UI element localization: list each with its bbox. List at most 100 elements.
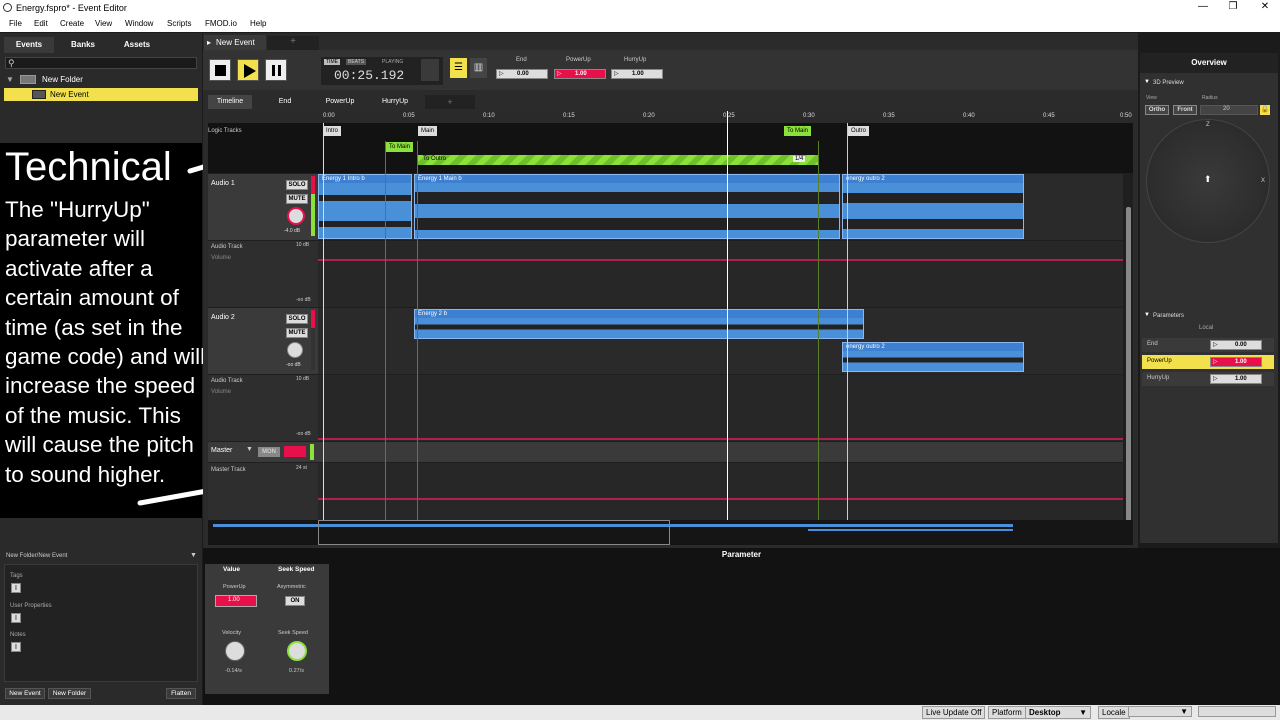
tab-assets[interactable]: Assets — [112, 37, 162, 53]
track-header-master[interactable]: Master ▼ MON — [208, 442, 318, 462]
timeline-overview-strip[interactable] — [208, 520, 1133, 545]
timeline-ruler[interactable]: 0:00 0:05 0:10 0:15 0:20 0:25 0:30 0:35 … — [208, 111, 1133, 123]
automation-header-audio1[interactable]: Audio Track Volume 10 dB -oo dB — [208, 241, 318, 307]
menu-create[interactable]: Create — [60, 19, 84, 28]
tab-hurryup[interactable]: HurryUp — [373, 95, 417, 109]
loop-toggle[interactable] — [421, 59, 439, 81]
play-button[interactable] — [237, 59, 259, 81]
list-view-icon[interactable]: ☰ — [450, 58, 467, 78]
velocity-knob[interactable] — [225, 641, 245, 661]
vertical-scrollbar[interactable] — [1126, 207, 1131, 527]
grid-view-icon[interactable]: ▥ — [470, 58, 487, 78]
stop-button[interactable] — [209, 59, 231, 81]
add-tag-icon[interactable]: I — [11, 583, 21, 593]
tree-event-row[interactable]: New Event — [4, 88, 198, 101]
radius-field[interactable]: 20 — [1200, 105, 1258, 115]
volume-knob[interactable] — [287, 342, 303, 358]
param-slider[interactable]: ▷ 1.00 — [1210, 374, 1262, 384]
mute-button[interactable]: MUTE — [286, 328, 308, 338]
track-header-audio2[interactable]: Audio 2 SOLO MUTE -oo dB — [208, 308, 318, 374]
minimize-button[interactable]: — — [1188, 1, 1218, 15]
param-slider[interactable]: ▷ 1.00 — [1210, 357, 1262, 367]
param-end-slider[interactable]: ▷ 0.00 — [496, 69, 548, 79]
tab-event[interactable]: ▸ New Event — [204, 35, 266, 50]
solo-button[interactable]: SOLO — [286, 180, 308, 190]
volume-knob[interactable] — [287, 207, 305, 225]
chevron-down-icon[interactable]: ▼ — [1144, 312, 1150, 318]
marker-intro[interactable]: Intro — [323, 126, 342, 136]
platform-select[interactable]: Desktop ▼ — [1025, 706, 1091, 719]
add-sheet-button[interactable]: + — [425, 95, 475, 109]
chevron-down-icon[interactable]: ▼ — [6, 73, 14, 86]
instrument-intro[interactable]: Energy 1 Intro b — [318, 174, 412, 239]
beats-mode-button[interactable]: BEATS — [346, 59, 367, 65]
add-event-tab-button[interactable]: + — [267, 36, 319, 50]
3d-preview-pad[interactable]: Z X ⬆ — [1146, 119, 1270, 243]
tab-banks[interactable]: Banks — [58, 37, 108, 53]
ortho-button[interactable]: Ortho — [1145, 105, 1169, 115]
chevron-down-icon[interactable]: ▼ — [246, 446, 253, 453]
automation-curve[interactable] — [318, 438, 1123, 440]
param-value-field[interactable]: 1.00 — [215, 595, 257, 607]
instrument-outro1[interactable]: energy outro 2 — [842, 174, 1024, 239]
menu-file[interactable]: File — [9, 19, 22, 28]
monitor-button[interactable]: MON — [258, 447, 280, 457]
time-mode-button[interactable]: TIME — [324, 59, 340, 65]
new-folder-button[interactable]: New Folder — [48, 688, 91, 699]
param-row-powerup[interactable]: PowerUp ▷ 1.00 — [1142, 355, 1274, 369]
track-header-audio1[interactable]: Audio 1 SOLO MUTE -4.0 dB — [208, 174, 318, 240]
instrument-main2[interactable]: Energy 2 b — [414, 309, 864, 339]
tab-events[interactable]: Events — [4, 37, 54, 53]
front-button[interactable]: Front — [1173, 105, 1197, 115]
live-update-button[interactable]: Live Update Off — [922, 706, 986, 719]
listener-icon[interactable]: ⬆ — [1204, 174, 1212, 185]
menu-view[interactable]: View — [95, 19, 112, 28]
param-row-hurryup[interactable]: HurryUp ▷ 1.00 — [1142, 372, 1274, 386]
chevron-down-icon[interactable]: ▼ — [190, 552, 197, 559]
param-slider[interactable]: ▷ 0.00 — [1210, 340, 1262, 350]
marker-outro[interactable]: Outro — [848, 126, 870, 136]
seek-speed-knob[interactable] — [287, 641, 307, 661]
tab-powerup[interactable]: PowerUp — [318, 95, 362, 109]
seek-speed-tab[interactable]: Seek Speed — [278, 566, 315, 573]
tab-timeline[interactable]: Timeline — [208, 95, 252, 109]
locale-select[interactable]: ▼ — [1128, 706, 1192, 717]
param-row-end[interactable]: End ▷ 0.00 — [1142, 338, 1274, 352]
solo-button[interactable]: SOLO — [286, 314, 308, 324]
transition-to-main-1[interactable]: To Main — [386, 142, 414, 152]
transition-to-main-2[interactable]: To Main — [784, 126, 812, 136]
param-powerup-slider[interactable]: ▷ 1.00 — [554, 69, 606, 79]
flatten-button[interactable]: Flatten — [166, 688, 196, 699]
tab-end[interactable]: End — [263, 95, 307, 109]
search-input[interactable]: ⚲ — [5, 57, 197, 69]
value-tab[interactable]: Value — [223, 566, 240, 573]
instrument-outro2[interactable]: energy outro 2 — [842, 342, 1024, 372]
tree-folder-row[interactable]: ▼ New Folder — [4, 73, 198, 86]
overview-viewport[interactable] — [318, 520, 670, 545]
add-note-icon[interactable]: I — [11, 642, 21, 652]
menu-window[interactable]: Window — [125, 19, 153, 28]
playhead[interactable] — [727, 111, 728, 545]
close-button[interactable]: ✕ — [1250, 1, 1280, 15]
transition-region-to-outro[interactable]: To Outro 1/4 — [417, 155, 819, 165]
menu-fmodio[interactable]: FMOD.io — [205, 19, 237, 28]
automation-lane-audio2[interactable] — [318, 375, 1123, 441]
lock-icon[interactable]: 🔒 — [1260, 105, 1270, 115]
automation-curve[interactable] — [318, 259, 1123, 261]
restore-button[interactable]: ❐ — [1218, 1, 1248, 15]
menu-help[interactable]: Help — [250, 19, 266, 28]
automation-lane-audio1[interactable] — [318, 241, 1123, 307]
instrument-main1[interactable]: Energy 1 Main b — [414, 174, 840, 239]
chevron-down-icon[interactable]: ▼ — [1144, 79, 1150, 85]
new-event-button[interactable]: New Event — [5, 688, 45, 699]
asymmetric-toggle[interactable]: ON — [285, 596, 305, 606]
menu-edit[interactable]: Edit — [34, 19, 48, 28]
add-property-icon[interactable]: I — [11, 613, 21, 623]
pause-button[interactable] — [265, 59, 287, 81]
mute-button[interactable]: MUTE — [286, 194, 308, 204]
automation-header-audio2[interactable]: Audio Track Volume 10 dB -oo dB — [208, 375, 318, 441]
param-hurryup-slider[interactable]: ▷ 1.00 — [611, 69, 663, 79]
marker-main[interactable]: Main — [418, 126, 438, 136]
menu-scripts[interactable]: Scripts — [167, 19, 191, 28]
automation-curve[interactable] — [318, 498, 1123, 500]
